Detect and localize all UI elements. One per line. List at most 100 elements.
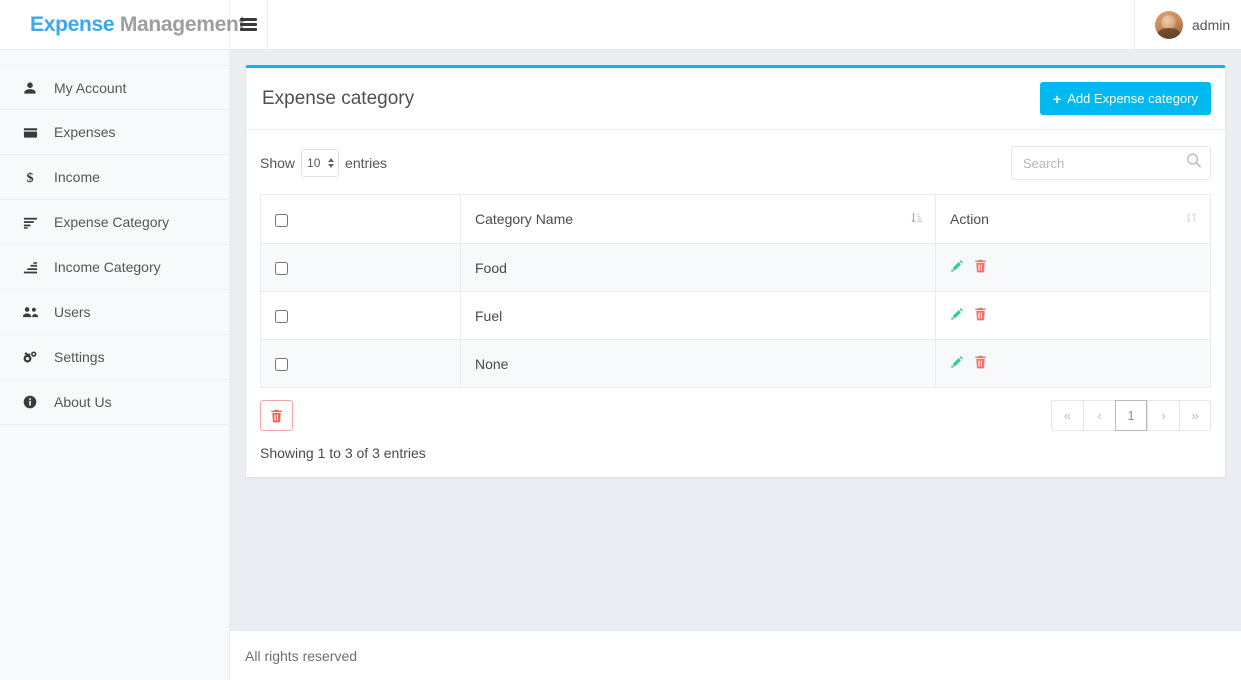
row-category-name: Food — [460, 243, 936, 292]
search-box — [1011, 146, 1211, 180]
pagination-page-1[interactable]: 1 — [1115, 400, 1147, 431]
user-icon — [20, 81, 40, 95]
row-select-cell[interactable] — [260, 291, 461, 340]
sort-desc-icon — [910, 211, 923, 227]
table-row[interactable]: Fuel — [260, 291, 1211, 340]
pagination-first[interactable]: « — [1051, 400, 1083, 431]
row-actions — [935, 243, 1211, 292]
top-navbar: Expense Management admin — [0, 0, 1241, 50]
edit-button[interactable] — [950, 259, 970, 273]
row-select-cell[interactable] — [260, 339, 461, 388]
user-menu[interactable]: admin — [1135, 0, 1241, 49]
dollar-icon: $ — [20, 170, 40, 185]
avatar — [1155, 10, 1183, 39]
select-all-checkbox[interactable] — [275, 213, 288, 227]
sidebar: My Account Expenses $ Income Expense Cat… — [0, 50, 230, 680]
delete-button[interactable] — [974, 259, 993, 273]
table-header-row: Category Name Action — [260, 194, 1211, 244]
sidebar-item-label: My Account — [54, 79, 127, 96]
sidebar-item-label: About Us — [54, 394, 112, 410]
row-category-name: None — [460, 339, 936, 388]
datatable-info: Showing 1 to 3 of 3 entries — [260, 445, 426, 461]
row-checkbox[interactable] — [275, 358, 288, 372]
hamburger-icon[interactable] — [240, 18, 257, 31]
sort-amount-asc-icon — [20, 260, 40, 275]
table-row[interactable]: Food — [260, 243, 1211, 292]
page-title: Expense category — [262, 87, 415, 109]
content-column: Expense category + Add Expense category … — [230, 50, 1241, 680]
sidebar-item-label: Expense Category — [54, 214, 170, 230]
search-input[interactable] — [1011, 146, 1211, 180]
topbar-spacer — [268, 0, 1135, 49]
column-action[interactable]: Action — [935, 194, 1211, 244]
sidebar-item-label: Income — [54, 169, 100, 185]
footer: All rights reserved — [230, 630, 1241, 680]
add-expense-category-label: Add Expense category — [1067, 91, 1198, 106]
pagination: « ‹ 1 › » — [1051, 400, 1211, 431]
entries-label: entries — [345, 155, 388, 171]
delete-button[interactable] — [974, 307, 993, 321]
datatable-footer: « ‹ 1 › » — [260, 388, 1211, 431]
bulk-delete-button[interactable] — [260, 400, 293, 431]
brand-text-primary: Expense — [30, 12, 115, 36]
user-name-label: admin — [1192, 16, 1231, 33]
brand-text-secondary: Management — [119, 12, 246, 36]
body-row: My Account Expenses $ Income Expense Cat… — [0, 50, 1241, 680]
delete-button[interactable] — [974, 355, 993, 369]
sort-none-icon — [1185, 211, 1198, 227]
show-label: Show — [260, 155, 296, 171]
column-select-all[interactable] — [260, 194, 461, 244]
table-body: Food Fuel None — [260, 243, 1211, 388]
app-root: Expense Management admin My Account Expe… — [0, 0, 1241, 680]
main-content: Expense category + Add Expense category … — [230, 50, 1241, 630]
sidebar-item-expense-category[interactable]: Expense Category — [0, 200, 229, 245]
entries-select[interactable]: 10 — [301, 149, 340, 177]
cogs-icon — [20, 350, 40, 365]
row-category-name: Fuel — [460, 291, 936, 340]
column-category-name-label: Category Name — [475, 211, 574, 227]
entries-length-control: Show 10 entries — [260, 149, 387, 177]
sidebar-item-expenses[interactable]: Expenses — [0, 110, 229, 155]
sort-amount-desc-icon — [20, 215, 40, 230]
table-head: Category Name Action — [260, 194, 1211, 244]
sidebar-item-label: Users — [54, 304, 91, 320]
sidebar-item-income-category[interactable]: Income Category — [0, 245, 229, 290]
plus-icon: + — [1053, 90, 1062, 107]
sidebar-item-label: Expenses — [54, 124, 116, 140]
row-actions — [935, 291, 1211, 340]
sidebar-item-label: Income Category — [54, 259, 161, 275]
brand-text: Expense Management — [30, 13, 245, 37]
sidebar-item-label: Settings — [54, 349, 105, 365]
credit-card-icon — [20, 125, 40, 140]
pagination-prev[interactable]: ‹ — [1083, 400, 1115, 431]
add-expense-category-button[interactable]: + Add Expense category — [1040, 82, 1211, 115]
sidebar-item-about-us[interactable]: About Us — [0, 380, 229, 425]
table-row[interactable]: None — [260, 339, 1211, 388]
edit-button[interactable] — [950, 355, 970, 369]
users-icon — [20, 305, 40, 319]
brand-logo[interactable]: Expense Management — [0, 0, 245, 49]
column-category-name[interactable]: Category Name — [460, 194, 936, 244]
sidebar-item-settings[interactable]: Settings — [0, 335, 229, 380]
expense-category-card: Expense category + Add Expense category … — [245, 65, 1226, 478]
expense-category-table: Category Name Action Food Fuel None — [260, 194, 1211, 388]
row-actions — [935, 339, 1211, 388]
sidebar-item-users[interactable]: Users — [0, 290, 229, 335]
sidebar-toggle[interactable] — [230, 0, 268, 49]
card-body: Show 10 entries Search Category Name Act… — [246, 130, 1225, 477]
svg-text:$: $ — [26, 170, 33, 185]
edit-button[interactable] — [950, 307, 970, 321]
row-checkbox[interactable] — [275, 262, 288, 276]
sidebar-item-my-account[interactable]: My Account — [0, 65, 229, 110]
pagination-last[interactable]: » — [1179, 400, 1211, 431]
footer-text: All rights reserved — [245, 647, 358, 664]
entries-select-wrap: 10 — [301, 149, 340, 177]
datatable-toolbar: Show 10 entries — [260, 140, 1211, 194]
pagination-next[interactable]: › — [1147, 400, 1179, 431]
info-circle-icon — [20, 395, 40, 409]
sidebar-item-income[interactable]: $ Income — [0, 155, 229, 200]
row-select-cell[interactable] — [260, 243, 461, 292]
column-action-label: Action — [950, 211, 989, 227]
row-checkbox[interactable] — [275, 310, 288, 324]
card-header: Expense category + Add Expense category — [246, 68, 1225, 130]
